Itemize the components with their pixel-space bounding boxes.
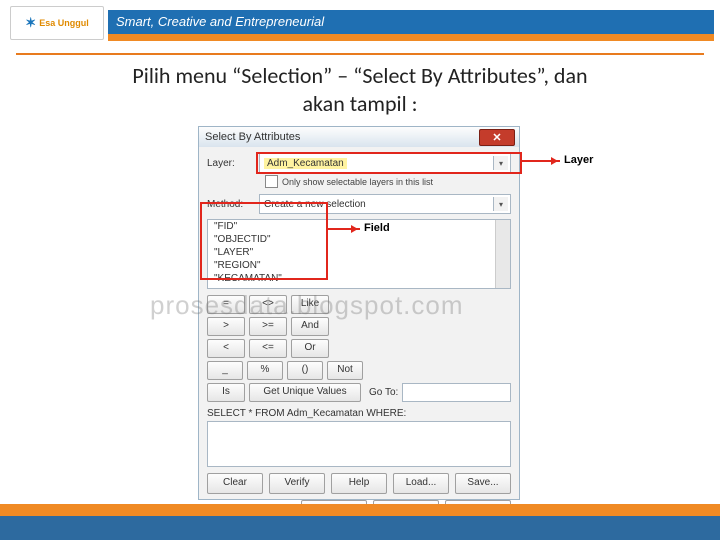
load-button[interactable]: Load...: [393, 473, 449, 494]
op-not-button[interactable]: Not: [327, 361, 363, 380]
header-rule: [16, 53, 704, 55]
op-like-button[interactable]: Like: [291, 295, 329, 314]
field-item[interactable]: "REGION": [208, 259, 510, 272]
field-item[interactable]: "KECAMATAN": [208, 272, 510, 285]
button-row-1: Clear Verify Help Load... Save...: [207, 473, 511, 494]
caption-line1: Pilih menu “Selection” – “Select By Attr…: [0, 62, 720, 90]
scrollbar[interactable]: [495, 220, 510, 288]
chevron-down-icon: ▾: [493, 156, 508, 170]
op-lt-button[interactable]: <: [207, 339, 245, 358]
arrow-icon: [326, 228, 360, 230]
op-neq-button[interactable]: <>: [249, 295, 287, 314]
op-lte-button[interactable]: <=: [249, 339, 287, 358]
clear-button[interactable]: Clear: [207, 473, 263, 494]
sql-prefix-label: SELECT * FROM Adm_Kecamatan WHERE:: [207, 408, 511, 419]
dialog-body: Layer: Adm_Kecamatan ▾ Only show selecta…: [199, 147, 519, 529]
op-gte-button[interactable]: >=: [249, 317, 287, 336]
op-paren-button[interactable]: (): [287, 361, 323, 380]
sql-textarea[interactable]: [207, 421, 511, 467]
layer-row: Layer: Adm_Kecamatan ▾: [207, 153, 511, 173]
arrow-icon: [520, 160, 560, 162]
footer-orange-bar: [0, 504, 720, 516]
layer-annotation: Layer: [564, 154, 593, 166]
method-label: Method:: [207, 199, 259, 210]
get-unique-values-button[interactable]: Get Unique Values: [249, 383, 361, 402]
titlebar[interactable]: Select By Attributes ✕: [199, 127, 519, 147]
slide-footer: [0, 502, 720, 540]
help-button[interactable]: Help: [331, 473, 387, 494]
op-percent-button[interactable]: %: [247, 361, 283, 380]
footer-blue-bar: [0, 516, 720, 540]
layer-label: Layer:: [207, 158, 259, 169]
field-item[interactable]: "OBJECTID": [208, 233, 510, 246]
layer-dropdown[interactable]: Adm_Kecamatan ▾: [259, 153, 511, 173]
op-underscore-button[interactable]: _: [207, 361, 243, 380]
op-and-button[interactable]: And: [291, 317, 329, 336]
op-is-button[interactable]: Is: [207, 383, 245, 402]
operator-grid: = <> Like > >= And < <= Or _ % () Not Is: [207, 295, 511, 402]
op-eq-button[interactable]: =: [207, 295, 245, 314]
method-row: Method: Create a new selection ▾: [207, 194, 511, 214]
goto-label: Go To:: [369, 387, 398, 398]
op-gt-button[interactable]: >: [207, 317, 245, 336]
close-icon: ✕: [492, 131, 501, 144]
close-button[interactable]: ✕: [479, 129, 515, 146]
verify-button[interactable]: Verify: [269, 473, 325, 494]
caption-line2: akan tampil :: [0, 90, 720, 118]
method-dropdown[interactable]: Create a new selection ▾: [259, 194, 511, 214]
dialog-title: Select By Attributes: [199, 131, 300, 143]
layer-value: Adm_Kecamatan: [264, 158, 347, 169]
goto-input[interactable]: [402, 383, 511, 402]
select-by-attributes-dialog: Select By Attributes ✕ Layer: Adm_Kecama…: [198, 126, 520, 500]
tagline: Smart, Creative and Entrepreneurial: [108, 10, 714, 34]
save-button[interactable]: Save...: [455, 473, 511, 494]
only-selectable-label: Only show selectable layers in this list: [282, 177, 433, 187]
header-orange-bar: [108, 34, 714, 41]
only-selectable-row: Only show selectable layers in this list: [265, 175, 511, 188]
slide-header: ✶ Esa Unggul Smart, Creative and Entrepr…: [0, 0, 720, 48]
method-value: Create a new selection: [264, 199, 366, 210]
field-item[interactable]: "LAYER": [208, 246, 510, 259]
header-strip: Smart, Creative and Entrepreneurial: [0, 10, 714, 34]
chevron-down-icon: ▾: [493, 197, 508, 211]
only-selectable-checkbox[interactable]: [265, 175, 278, 188]
field-annotation: Field: [364, 222, 390, 234]
op-or-button[interactable]: Or: [291, 339, 329, 358]
slide-caption: Pilih menu “Selection” – “Select By Attr…: [0, 62, 720, 118]
